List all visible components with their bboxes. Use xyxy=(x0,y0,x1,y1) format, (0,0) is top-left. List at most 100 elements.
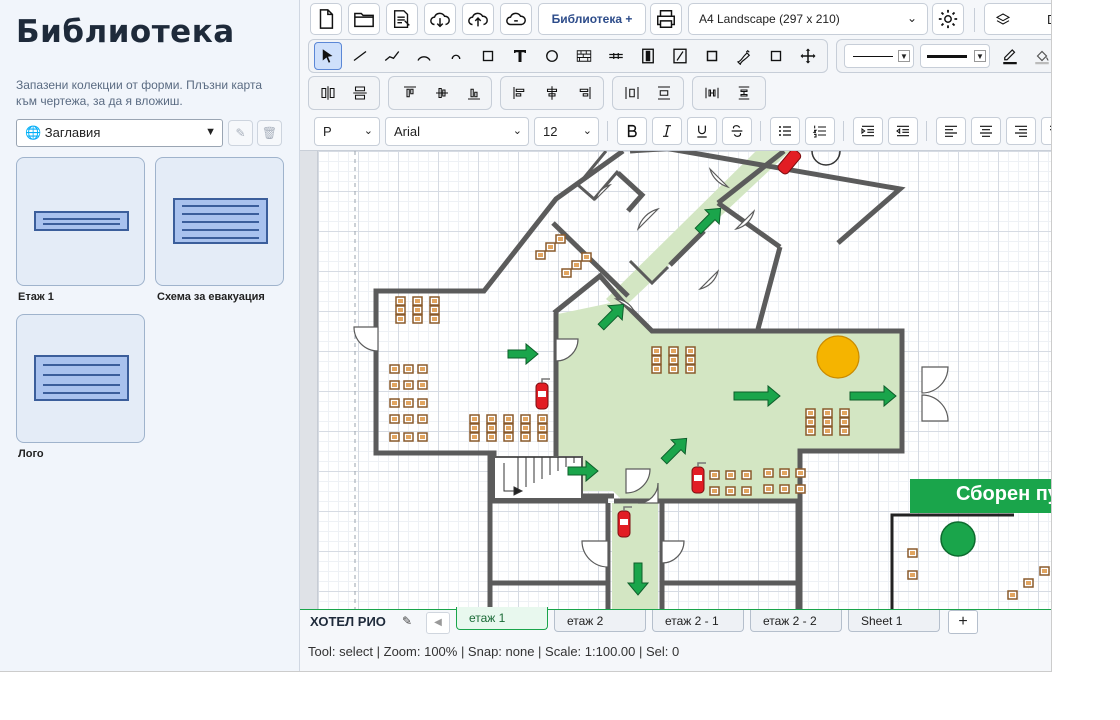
align-middle-button[interactable] xyxy=(428,79,456,107)
cloud-sync-button[interactable] xyxy=(500,3,532,35)
font-select[interactable]: Arial ⌄ xyxy=(385,117,529,146)
chair xyxy=(469,432,480,442)
drawing-canvas[interactable]: Сборен пу xyxy=(300,151,1052,609)
print-button[interactable] xyxy=(650,3,682,35)
move-tool[interactable] xyxy=(794,42,822,70)
text-justify-button[interactable] xyxy=(1041,117,1051,145)
align-bottom-button[interactable] xyxy=(460,79,488,107)
chair xyxy=(395,314,406,324)
arc-tool[interactable] xyxy=(410,42,438,70)
save-list-button[interactable] xyxy=(386,3,418,35)
status-text: Tool: select | Zoom: 100% | Snap: none |… xyxy=(308,644,680,659)
align-right-button[interactable] xyxy=(570,79,598,107)
bullet-list-button[interactable] xyxy=(770,117,800,145)
text-tool[interactable] xyxy=(506,42,534,70)
chevron-down-icon: ⌄ xyxy=(906,11,917,25)
text-align-center-button[interactable] xyxy=(971,117,1001,145)
numbered-list-button[interactable] xyxy=(805,117,835,145)
sheet-tab-sheet-1[interactable]: Sheet 1 xyxy=(848,610,940,632)
distribute-vertical-button[interactable] xyxy=(650,79,678,107)
delete-collection-button[interactable]: 🗑 xyxy=(257,120,282,146)
flip-vertical-button[interactable] xyxy=(346,79,374,107)
add-sheet-button[interactable]: + xyxy=(948,610,978,634)
door-tool[interactable] xyxy=(634,42,662,70)
select-tool[interactable] xyxy=(314,42,342,70)
bold-button[interactable] xyxy=(617,117,647,145)
chair xyxy=(685,364,696,374)
library-card-evacuation[interactable] xyxy=(155,157,284,286)
page-size-select[interactable]: A4 Landscape (297 x 210) ⌄ xyxy=(688,3,928,35)
assembly-point-label[interactable]: Сборен пу xyxy=(910,479,1051,513)
chair xyxy=(581,252,592,262)
align-top-button[interactable] xyxy=(396,79,424,107)
line-style-select[interactable]: ▼ xyxy=(844,44,914,68)
cloud-upload-button[interactable] xyxy=(462,3,494,35)
strikethrough-button[interactable] xyxy=(722,117,752,145)
small-arc-tool[interactable] xyxy=(442,42,470,70)
space-horizontal-button[interactable] xyxy=(698,79,726,107)
edit-collection-button[interactable]: ✎ xyxy=(228,120,253,146)
double-door-tool[interactable] xyxy=(666,42,694,70)
rename-document-icon[interactable]: ✎ xyxy=(402,614,412,628)
rectangle-tool[interactable] xyxy=(474,42,502,70)
cloud-download-icon xyxy=(430,12,450,28)
text-align-center-icon xyxy=(980,125,992,137)
shape-tool[interactable] xyxy=(762,42,790,70)
align-bottom-icon xyxy=(468,88,480,100)
underline-button[interactable] xyxy=(687,117,717,145)
rectangle-icon xyxy=(482,50,494,62)
align-center-button[interactable] xyxy=(538,79,566,107)
settings-button[interactable] xyxy=(932,3,964,35)
stroke-color-button[interactable] xyxy=(996,42,1024,70)
line-width-select[interactable]: ▼ xyxy=(920,44,990,68)
chair xyxy=(1007,590,1018,600)
line-tool[interactable] xyxy=(346,42,374,70)
paragraph-style-select[interactable]: P ⌄ xyxy=(314,117,380,146)
italic-button[interactable] xyxy=(652,117,682,145)
circle-tool[interactable] xyxy=(538,42,566,70)
freehand-tool[interactable] xyxy=(730,42,758,70)
fill-color-button[interactable] xyxy=(1028,42,1051,70)
align-left-button[interactable] xyxy=(506,79,534,107)
indent-button[interactable] xyxy=(853,117,883,145)
library-card-label: Лого xyxy=(18,448,44,460)
sheet-tab-floor-2[interactable]: етаж 2 xyxy=(554,610,646,632)
outdent-button[interactable] xyxy=(888,117,918,145)
library-card-floor-1[interactable] xyxy=(16,157,145,286)
text-align-left-button[interactable] xyxy=(936,117,966,145)
chair xyxy=(795,468,806,478)
text-align-right-button[interactable] xyxy=(1006,117,1036,145)
layers-button[interactable]: D xyxy=(984,3,1051,35)
polyline-tool[interactable] xyxy=(378,42,406,70)
sheet-tab-floor-2-1[interactable]: етаж 2 - 1 xyxy=(652,610,744,632)
library-add-button[interactable]: Библиотека + xyxy=(538,3,646,35)
document-name[interactable]: ХОТЕЛ РИО xyxy=(310,614,386,629)
sheet-tab-floor-1[interactable]: етаж 1 xyxy=(456,607,548,630)
previous-sheet-button[interactable]: ◀ xyxy=(426,612,450,634)
chair xyxy=(520,423,531,433)
font-size-select[interactable]: 12 ⌄ xyxy=(534,117,599,146)
status-bar: Tool: select | Zoom: 100% | Snap: none |… xyxy=(300,635,1051,671)
new-file-button[interactable] xyxy=(310,3,342,35)
flip-horizontal-button[interactable] xyxy=(314,79,342,107)
floor-plan[interactable] xyxy=(318,151,1052,609)
chair xyxy=(805,408,816,418)
chair xyxy=(839,426,850,436)
chair xyxy=(403,380,414,390)
align-right-icon xyxy=(579,87,591,99)
cloud-download-button[interactable] xyxy=(424,3,456,35)
drawing-sheet[interactable]: Сборен пу xyxy=(318,151,1052,609)
frame-tool[interactable] xyxy=(698,42,726,70)
chair xyxy=(535,250,546,260)
sheet-tab-floor-2-2[interactable]: етаж 2 - 2 xyxy=(750,610,842,632)
window-tool[interactable] xyxy=(602,42,630,70)
open-button[interactable] xyxy=(348,3,380,35)
library-card-logo[interactable] xyxy=(16,314,145,443)
space-vertical-button[interactable] xyxy=(730,79,758,107)
distribute-horizontal-button[interactable] xyxy=(618,79,646,107)
wall-tool[interactable] xyxy=(570,42,598,70)
chair xyxy=(668,346,679,356)
chair xyxy=(389,398,400,408)
collection-select[interactable]: 🌐 Заглавия ▼ xyxy=(16,119,223,147)
chair xyxy=(822,426,833,436)
